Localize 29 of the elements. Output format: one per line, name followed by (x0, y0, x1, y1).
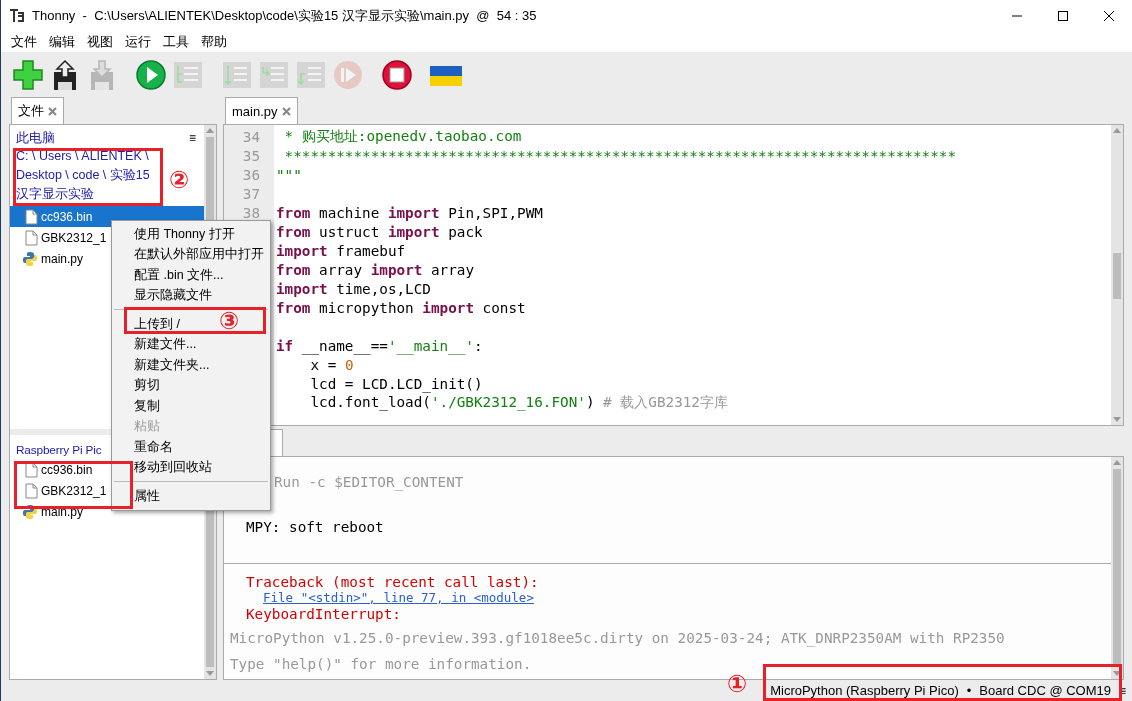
code-line: lcd.font_load('./GBK2312_16.FON') # 载入GB2312字库 (309, 393, 728, 412)
code-line: import time,os,LCD (275, 280, 431, 297)
annotation-number: ② (169, 167, 190, 193)
code-line: ****************************************************************************** (283, 147, 956, 164)
code-line: from machine import Pin,SPI,PWM (275, 204, 543, 221)
annotation-number: ① (727, 671, 748, 697)
code-line: * 购买地址:openedv.taobao.com (283, 127, 522, 146)
line-number: 38 (241, 204, 261, 221)
shell-line: Run -c $EDITOR_CONTENT (274, 474, 464, 490)
code-line: x = 0 (309, 356, 354, 373)
shell-line: MPY: soft reboot (246, 519, 384, 535)
code-line: from micropython import const (275, 299, 526, 316)
line-number: 34 (241, 128, 261, 145)
code-line: import framebuf (275, 242, 406, 259)
separator-dot: • (966, 683, 972, 698)
code-line: if __name__=='__main__': (275, 337, 483, 354)
window-title: Thonny - C:\Users\ALIENTEK\Desktop\code\实验15 汉字显示实验\main.py @ 54 : 35 (32, 7, 538, 25)
code-line: """ (275, 166, 302, 183)
line-number: 35 (241, 147, 261, 164)
shell-line: MicroPython v1.25.0-preview.393.gf1018ee5c.dirty on 2025-03-24; ATK_DNRP2350AM with RP2350 (230, 630, 1005, 646)
line-number: 36 (241, 166, 261, 183)
shell-line: KeyboardInterrupt: (246, 606, 401, 622)
code-line: from ustruct import pack (275, 223, 483, 240)
annotation-number: ③ (219, 308, 240, 334)
code-line: lcd = LCD.LCD_init() (309, 375, 483, 392)
shell-line: Traceback (most recent call last): (246, 574, 539, 590)
line-number: 37 (241, 185, 261, 202)
shell-line: Type "help()" for more information. (230, 656, 532, 672)
code-line: from array import array (275, 261, 474, 278)
